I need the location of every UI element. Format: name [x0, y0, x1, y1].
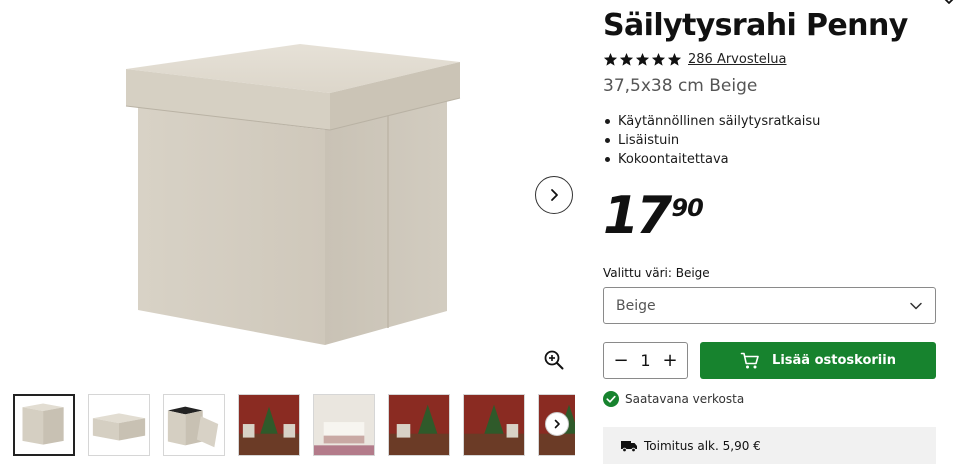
product-title: Säilytysrahi Penny [603, 8, 908, 43]
thumbnail-white-sofa-room[interactable] [313, 394, 375, 456]
product-variant-info: 37,5x38 cm Beige [603, 76, 758, 96]
product-rating: 286 Arvostelua [603, 52, 787, 67]
star-icon [635, 52, 650, 66]
star-icon [603, 52, 618, 66]
chevron-right-icon [551, 189, 558, 201]
chevron-down-icon [910, 302, 922, 309]
product-price: 17 90 [603, 186, 704, 246]
quantity-stepper: − 1 + [603, 342, 688, 379]
star-icon [651, 52, 666, 66]
thumbnail-box-closed[interactable] [13, 394, 75, 456]
feature-item: Kokoontaitettava [605, 150, 820, 169]
add-to-cart-label: Lisää ostoskoriin [772, 353, 896, 368]
color-select-value: Beige [616, 297, 656, 314]
availability-status: Saatavana verkosta [603, 391, 744, 407]
feature-list: Käytännöllinen säilytysratkaisu Lisäistu… [605, 112, 820, 169]
truck-icon [621, 440, 637, 452]
thumbnail-box-low[interactable] [88, 394, 150, 456]
thumbnail-christmas-room[interactable] [463, 394, 525, 456]
zoom-in-icon[interactable] [543, 349, 565, 371]
thumbnail-strip [13, 394, 575, 456]
chevron-down-icon[interactable] [942, 0, 956, 8]
shipping-label: Toimitus alk. 5,90 € [644, 438, 761, 453]
shipping-info: Toimitus alk. 5,90 € [603, 427, 936, 464]
thumbnail-christmas-room[interactable] [388, 394, 450, 456]
selected-color-label: Valittu väri: Beige [603, 266, 710, 280]
add-to-cart-button[interactable]: Lisää ostoskoriin [700, 342, 936, 379]
thumbnails-next-button[interactable] [545, 412, 569, 436]
price-integer: 17 [603, 186, 672, 246]
price-decimals: 90 [671, 194, 703, 222]
gallery-next-button[interactable] [535, 176, 573, 214]
feature-item: Lisäistuin [605, 131, 820, 150]
star-icon [619, 52, 634, 66]
star-icon [667, 52, 682, 66]
quantity-value[interactable]: 1 [640, 351, 650, 370]
color-label-value: Beige [675, 266, 710, 280]
color-select[interactable]: Beige [603, 287, 936, 324]
thumbnail-box-open[interactable] [163, 394, 225, 456]
check-circle-icon [603, 391, 619, 407]
quantity-decrease-button[interactable]: − [611, 350, 631, 371]
reviews-link[interactable]: 286 Arvostelua [688, 52, 787, 67]
cart-icon [740, 352, 759, 368]
availability-label: Saatavana verkosta [625, 392, 745, 406]
color-label-text: Valittu väri: [603, 266, 672, 280]
feature-item: Käytännöllinen säilytysratkaisu [605, 112, 820, 131]
chevron-right-icon [554, 419, 560, 429]
main-product-image[interactable] [0, 0, 590, 382]
quantity-increase-button[interactable]: + [660, 350, 680, 371]
thumbnail-christmas-room[interactable] [238, 394, 300, 456]
rating-stars [603, 52, 682, 67]
